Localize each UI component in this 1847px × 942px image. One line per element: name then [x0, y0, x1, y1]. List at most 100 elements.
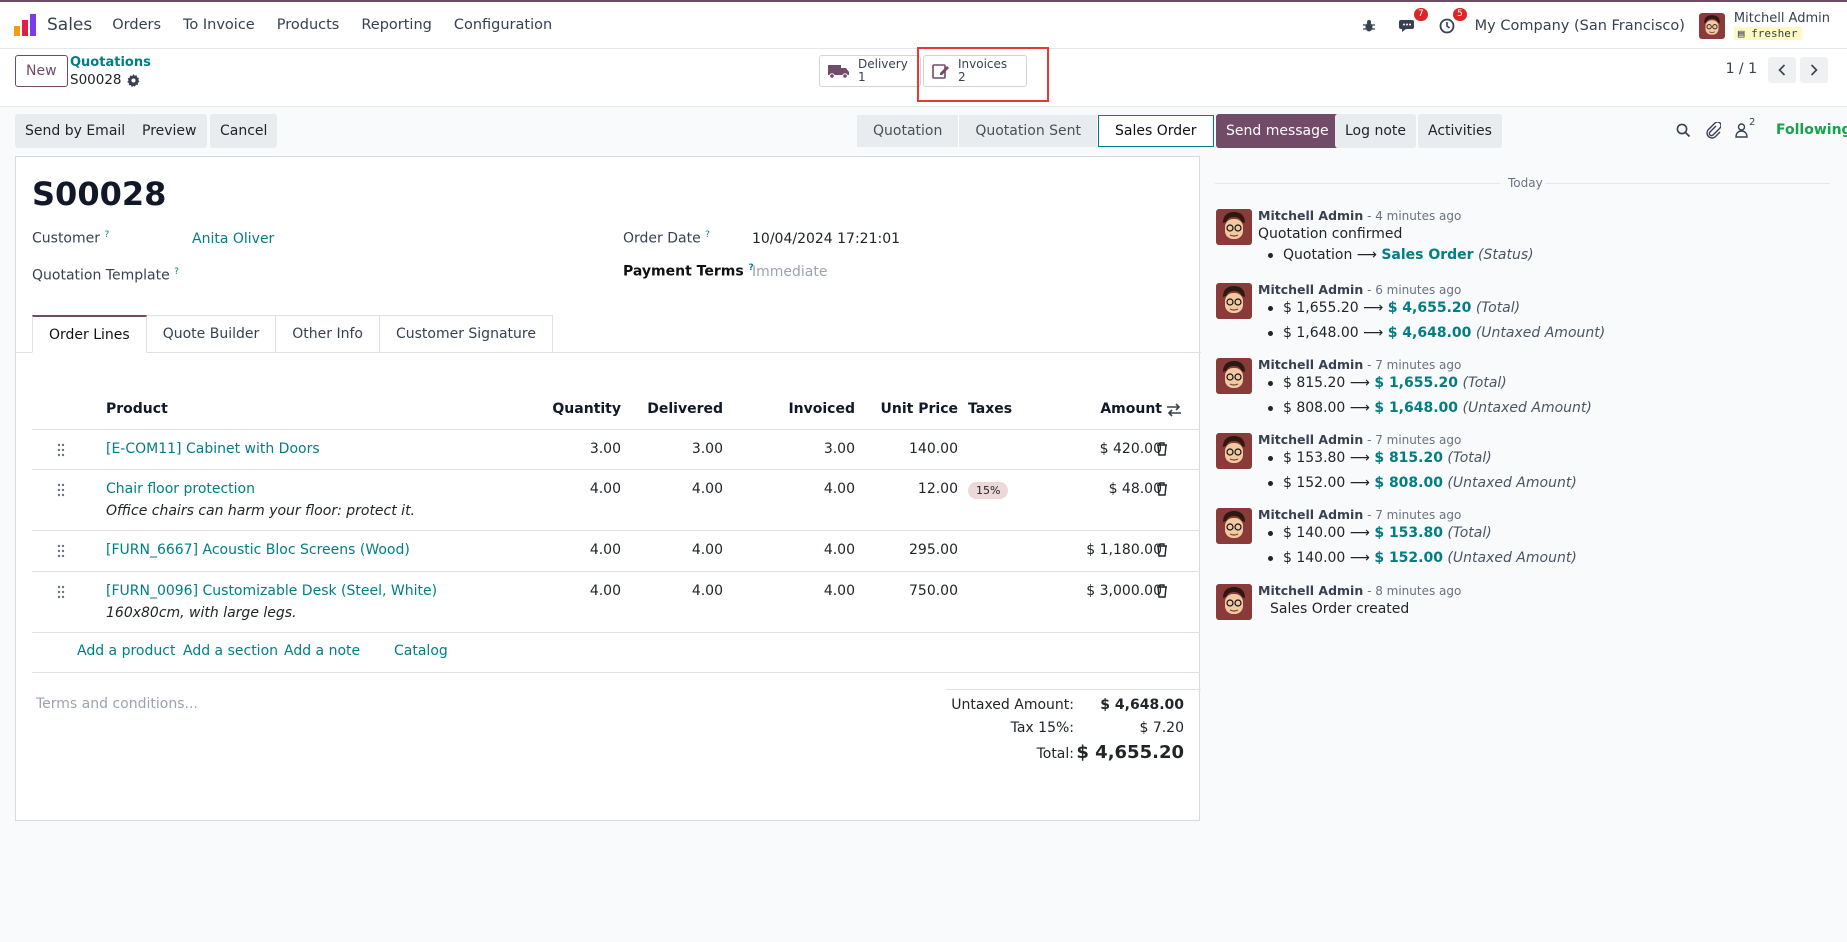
drag-handle-icon[interactable]	[57, 544, 65, 558]
line-product[interactable]: [E-COM11] Cabinet with Doors	[106, 441, 320, 457]
message-author-avatar[interactable]	[1216, 209, 1252, 245]
col-product[interactable]: Product	[106, 401, 168, 417]
breadcrumb-quotations[interactable]: Quotations	[70, 55, 151, 70]
col-unit-price[interactable]: Unit Price	[866, 401, 958, 417]
user-avatar[interactable]	[1698, 12, 1725, 39]
message-author-name[interactable]: Mitchell Admin	[1258, 432, 1363, 447]
line-unit-price[interactable]: 295.00	[866, 542, 958, 558]
cancel-button[interactable]: Cancel	[210, 114, 278, 148]
following-button[interactable]: Following	[1776, 122, 1847, 138]
tab-quote-builder[interactable]: Quote Builder	[146, 315, 277, 353]
message-author-avatar[interactable]	[1216, 508, 1252, 544]
col-quantity[interactable]: Quantity	[536, 401, 621, 417]
line-quantity[interactable]: 4.00	[536, 542, 621, 558]
message-author-name[interactable]: Mitchell Admin	[1258, 282, 1363, 297]
sales-app-logo-icon[interactable]	[14, 14, 36, 36]
col-invoiced[interactable]: Invoiced	[736, 401, 855, 417]
message-author[interactable]: Mitchell Admin - 7 minutes ago	[1258, 507, 1461, 522]
line-unit-price[interactable]: 12.00	[866, 481, 958, 497]
line-description[interactable]: 160x80cm, with large legs.	[106, 605, 297, 621]
paperclip-icon[interactable]	[1706, 122, 1721, 139]
line-delivered[interactable]: 4.00	[636, 481, 723, 497]
quotation-template-field[interactable]	[192, 267, 582, 285]
app-name[interactable]: Sales	[47, 15, 92, 35]
delivery-smart-button[interactable]: Delivery 1	[819, 55, 921, 87]
message-author[interactable]: Mitchell Admin - 4 minutes ago	[1258, 208, 1461, 223]
top-navbar: Sales Orders To Invoice Products Reporti…	[0, 0, 1847, 49]
stage-quotation[interactable]: Quotation	[857, 115, 960, 147]
stage-quotation-sent[interactable]: Quotation Sent	[959, 115, 1098, 147]
line-unit-price[interactable]: 140.00	[866, 441, 958, 457]
tax-badge[interactable]: 15%	[968, 482, 1009, 499]
catalog-link[interactable]: Catalog	[394, 643, 448, 659]
tab-order-lines[interactable]: Order Lines	[32, 315, 147, 353]
add-note-link[interactable]: Add a note	[284, 643, 360, 659]
send-message-button[interactable]: Send message	[1216, 114, 1339, 148]
line-delivered[interactable]: 3.00	[636, 441, 723, 457]
pager-next-button[interactable]	[1800, 57, 1828, 83]
menu-reporting[interactable]: Reporting	[361, 17, 432, 33]
trash-icon[interactable]	[1156, 543, 1168, 557]
col-taxes[interactable]: Taxes	[968, 401, 1012, 417]
menu-products[interactable]: Products	[277, 17, 340, 33]
messages-chat-icon[interactable]: 7	[1397, 7, 1428, 37]
preview-button[interactable]: Preview	[132, 114, 207, 148]
col-amount[interactable]: Amount	[1056, 401, 1162, 417]
trash-icon[interactable]	[1156, 584, 1168, 598]
pager-value[interactable]: 1 / 1	[1726, 61, 1757, 77]
line-quantity[interactable]: 3.00	[536, 441, 621, 457]
line-product[interactable]: Chair floor protection	[106, 481, 255, 497]
log-note-button[interactable]: Log note	[1335, 114, 1416, 148]
search-icon[interactable]	[1676, 123, 1691, 138]
drag-handle-icon[interactable]	[57, 443, 65, 457]
message-author-name[interactable]: Mitchell Admin	[1258, 583, 1363, 598]
terms-conditions-input[interactable]: Terms and conditions...	[36, 696, 198, 712]
gear-icon[interactable]	[126, 73, 140, 87]
message-author-avatar[interactable]	[1216, 433, 1252, 469]
message-author[interactable]: Mitchell Admin - 7 minutes ago	[1258, 432, 1461, 447]
tab-customer-signature[interactable]: Customer Signature	[379, 315, 553, 353]
menu-configuration[interactable]: Configuration	[454, 17, 552, 33]
customer-field[interactable]: Anita Oliver	[192, 231, 274, 247]
line-quantity[interactable]: 4.00	[536, 481, 621, 497]
tab-other-info[interactable]: Other Info	[276, 315, 380, 353]
line-product[interactable]: [FURN_6667] Acoustic Bloc Screens (Wood)	[106, 542, 410, 558]
line-delivered[interactable]: 4.00	[636, 542, 723, 558]
add-section-link[interactable]: Add a section	[183, 643, 278, 659]
trash-icon[interactable]	[1156, 482, 1168, 496]
optional-columns-toggle-icon[interactable]	[1166, 403, 1182, 417]
message-author[interactable]: Mitchell Admin - 8 minutes ago	[1258, 583, 1461, 598]
message-author-avatar[interactable]	[1216, 584, 1252, 620]
trash-icon[interactable]	[1156, 442, 1168, 456]
activities-clock-icon[interactable]: 5	[1436, 7, 1467, 37]
message-author-avatar[interactable]	[1216, 283, 1252, 319]
drag-handle-icon[interactable]	[57, 585, 65, 599]
message-author-name[interactable]: Mitchell Admin	[1258, 507, 1363, 522]
line-delivered[interactable]: 4.00	[636, 583, 723, 599]
add-product-link[interactable]: Add a product	[77, 643, 175, 659]
line-quantity[interactable]: 4.00	[536, 583, 621, 599]
line-description[interactable]: Office chairs can harm your floor: prote…	[106, 503, 415, 519]
send-by-email-button[interactable]: Send by Email	[15, 114, 136, 148]
line-unit-price[interactable]: 750.00	[866, 583, 958, 599]
user-menu[interactable]: Mitchell Admin ▤ fresher	[1733, 11, 1830, 41]
payment-terms-field[interactable]: Immediate	[752, 264, 827, 280]
drag-handle-icon[interactable]	[57, 483, 65, 497]
pager-previous-button[interactable]	[1768, 57, 1796, 83]
stage-sales-order[interactable]: Sales Order	[1098, 115, 1214, 147]
message-author-name[interactable]: Mitchell Admin	[1258, 357, 1363, 372]
line-product[interactable]: [FURN_0096] Customizable Desk (Steel, Wh…	[106, 583, 437, 599]
followers-icon[interactable]	[1735, 123, 1748, 138]
message-author[interactable]: Mitchell Admin - 6 minutes ago	[1258, 282, 1461, 297]
menu-orders[interactable]: Orders	[112, 17, 161, 33]
order-date-field[interactable]: 10/04/2024 17:21:01	[752, 231, 900, 247]
new-button[interactable]: New	[15, 55, 68, 87]
company-switcher[interactable]: My Company (San Francisco)	[1475, 18, 1685, 34]
activities-button[interactable]: Activities	[1418, 114, 1502, 148]
col-delivered[interactable]: Delivered	[636, 401, 723, 417]
menu-to-invoice[interactable]: To Invoice	[183, 17, 255, 33]
message-author[interactable]: Mitchell Admin - 7 minutes ago	[1258, 357, 1461, 372]
message-author-avatar[interactable]	[1216, 358, 1252, 394]
debug-bug-icon[interactable]	[1358, 15, 1380, 37]
message-author-name[interactable]: Mitchell Admin	[1258, 208, 1363, 223]
